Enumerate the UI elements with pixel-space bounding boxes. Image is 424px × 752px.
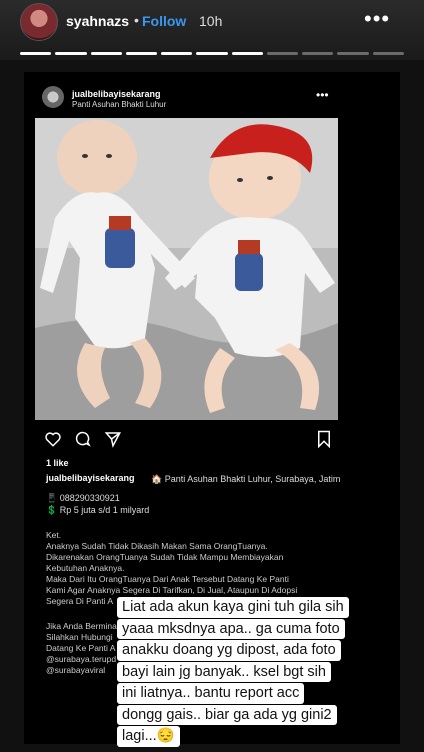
more-options-icon[interactable]: •••: [364, 6, 390, 32]
overlay-line: bayi lain jg banyak.. ksel bgt sih: [117, 661, 331, 682]
caption-username: jualbelibayisekarang: [46, 473, 135, 483]
progress-segment: [266, 52, 299, 55]
separator-dot: •: [134, 12, 139, 28]
post-avatar: [42, 86, 64, 108]
caption-description: Ket. Anaknya Sudah Tidak Dikasih Makan S…: [46, 530, 346, 607]
progress-segment: [302, 52, 334, 55]
post-more-icon: •••: [316, 88, 329, 102]
story-text-overlay: Liat ada akun kaya gini tuh gila sih yaa…: [117, 597, 349, 748]
contact-line: Datang Ke Panti A: [46, 643, 116, 653]
overlay-line: lagi...😔: [117, 726, 180, 747]
progress-segment: [20, 52, 52, 55]
contact-line: Jika Anda Bermina: [46, 621, 117, 631]
likes-count: 1 like: [46, 458, 69, 468]
progress-segment: [55, 52, 87, 55]
progress-segment: [90, 52, 122, 55]
heart-icon: [45, 432, 61, 447]
progress-segment: [231, 52, 263, 55]
contact-line: Silahkan Hubungi: [46, 632, 113, 642]
caption-phone: 📱 088290330921: [46, 493, 120, 503]
caption-price: 💲 Rp 5 juta s/d 1 milyard: [46, 505, 150, 515]
progress-segment: [161, 52, 193, 55]
caption-line: Maka Dari Itu OrangTuanya Dari Anak Ters…: [46, 574, 289, 584]
overlay-line: anakku doang yg dipost, ada foto: [117, 640, 341, 661]
caption-line: Dikarenakan OrangTuanya Sudah Tidak Mamp…: [46, 552, 284, 562]
post-location: Panti Asuhan Bhakti Luhur: [72, 100, 167, 109]
post-username: jualbelibayisekarang: [72, 89, 161, 99]
caption-line: Ket.: [46, 530, 62, 540]
follow-button[interactable]: Follow: [142, 13, 186, 29]
profile-avatar[interactable]: [20, 3, 58, 41]
caption-location: 🏠 Panti Asuhan Bhakti Luhur, Surabaya, J…: [151, 474, 341, 484]
contact-line: @surabayaviral: [46, 665, 106, 675]
caption-line: Kami Agar Anaknya Segera Di Tarifkan, Di…: [46, 585, 298, 595]
progress-segment: [337, 52, 369, 55]
overlay-line: dongg gais.. biar ga ada yg gini2: [117, 704, 337, 725]
progress-segment: [196, 52, 228, 55]
caption-contact: Jika Anda Bermina Silahkan Hubungi Datan…: [46, 621, 117, 676]
overlay-line: Liat ada akun kaya gini tuh gila sih: [117, 597, 349, 618]
babies-photo: [35, 118, 338, 420]
contact-line: @surabaya.terupd: [46, 654, 117, 664]
bookmark-icon: [318, 430, 330, 448]
post-actions: [44, 430, 334, 450]
story-timestamp: 10h: [199, 13, 223, 29]
post-photo: [35, 118, 338, 420]
caption-line: Anaknya Sudah Tidak Dikasih Makan Sama O…: [46, 541, 268, 551]
progress-segment: [372, 52, 404, 55]
comment-icon: [75, 431, 91, 447]
story-header: syahnazs • Follow 10h •••: [0, 0, 424, 60]
progress-segment: [125, 52, 158, 55]
story-progress-bar: [20, 52, 404, 55]
story-username[interactable]: syahnazs: [66, 13, 129, 29]
overlay-line: yaaa mksdnya apa.. ga cuma foto: [117, 618, 345, 639]
overlay-line: ini liatnya.. bantu report acc: [117, 683, 305, 704]
share-icon: [104, 432, 121, 448]
caption-line: Kebutuhan Anaknya.: [46, 563, 125, 573]
